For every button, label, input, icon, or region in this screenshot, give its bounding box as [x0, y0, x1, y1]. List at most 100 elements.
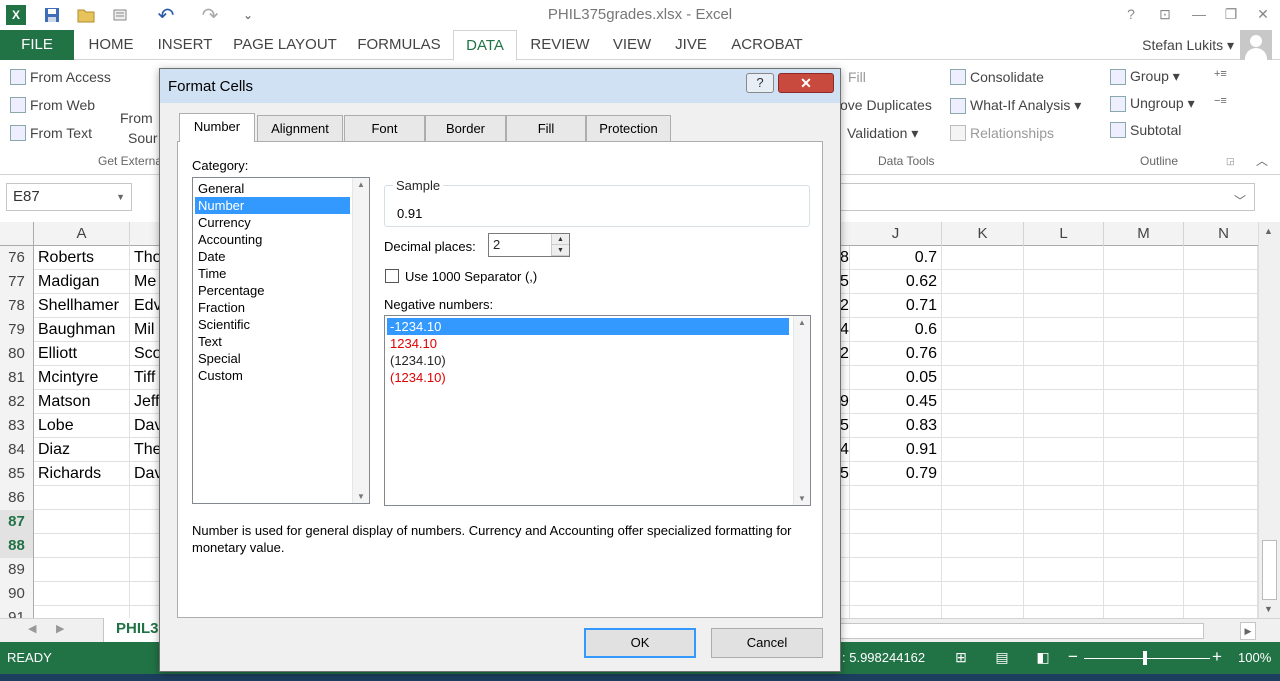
- category-item-fraction[interactable]: Fraction: [195, 299, 350, 316]
- zoom-slider[interactable]: [1084, 658, 1210, 659]
- cell-n[interactable]: [1184, 606, 1258, 618]
- row-header[interactable]: 81: [0, 366, 34, 390]
- tab-page-layout[interactable]: PAGE LAYOUT: [228, 30, 342, 60]
- tab-acrobat[interactable]: ACROBAT: [724, 30, 810, 60]
- from-web-button[interactable]: From Web: [10, 97, 95, 113]
- hide-detail-icon[interactable]: −≡: [1214, 95, 1227, 107]
- cell-n[interactable]: [1184, 510, 1258, 534]
- cell-m[interactable]: [1104, 486, 1184, 510]
- row-header[interactable]: 78: [0, 294, 34, 318]
- scroll-down-icon[interactable]: ▼: [357, 492, 365, 501]
- negative-number-option[interactable]: (1234.10): [387, 369, 789, 386]
- relationships-button[interactable]: Relationships: [950, 125, 1054, 141]
- row-header[interactable]: 79: [0, 318, 34, 342]
- cell-n[interactable]: [1184, 270, 1258, 294]
- tab-review[interactable]: REVIEW: [524, 30, 596, 60]
- category-item-accounting[interactable]: Accounting: [195, 231, 350, 248]
- cell-k[interactable]: [942, 414, 1024, 438]
- cell-k[interactable]: [942, 246, 1024, 270]
- show-detail-icon[interactable]: +≡: [1214, 68, 1227, 80]
- cell-l[interactable]: [1024, 294, 1104, 318]
- cell-m[interactable]: [1104, 414, 1184, 438]
- name-box[interactable]: E87 ▼: [6, 183, 132, 211]
- negative-numbers-list[interactable]: -1234.10 1234.10 (1234.10) (1234.10) ▲ ▼: [384, 315, 811, 506]
- cell-l[interactable]: [1024, 486, 1104, 510]
- cell-m[interactable]: [1104, 390, 1184, 414]
- cell-k[interactable]: [942, 582, 1024, 606]
- help-icon[interactable]: ?: [1116, 3, 1146, 25]
- ribbon-display-icon[interactable]: ⊡: [1150, 3, 1180, 25]
- cell-l[interactable]: [1024, 390, 1104, 414]
- select-all-corner[interactable]: [0, 222, 34, 246]
- use-1000-separator-label[interactable]: Use 1000 Separator (,): [405, 269, 537, 284]
- category-item-text[interactable]: Text: [195, 333, 350, 350]
- zoom-out-icon[interactable]: −: [1068, 647, 1078, 667]
- row-header[interactable]: 88: [0, 534, 34, 558]
- flash-fill-button[interactable]: Fill: [848, 69, 866, 85]
- cell-m[interactable]: [1104, 438, 1184, 462]
- zoom-in-icon[interactable]: +: [1212, 647, 1222, 667]
- sheet-next-icon[interactable]: ▶: [56, 622, 64, 635]
- cell-a[interactable]: [34, 534, 130, 558]
- cell-m[interactable]: [1104, 294, 1184, 318]
- tab-fill[interactable]: Fill: [506, 115, 586, 141]
- cell-k[interactable]: [942, 294, 1024, 318]
- cell-k[interactable]: [942, 438, 1024, 462]
- horizontal-scrollbar[interactable]: [838, 623, 1204, 639]
- cell-k[interactable]: [942, 534, 1024, 558]
- vertical-scrollbar[interactable]: ▲ ▼: [1258, 222, 1280, 618]
- cell-k[interactable]: [942, 462, 1024, 486]
- category-item-scientific[interactable]: Scientific: [195, 316, 350, 333]
- column-header-n[interactable]: N: [1184, 222, 1258, 246]
- cell-m[interactable]: [1104, 366, 1184, 390]
- category-item-general[interactable]: General: [195, 180, 350, 197]
- row-header[interactable]: 80: [0, 342, 34, 366]
- cell-m[interactable]: [1104, 246, 1184, 270]
- cell-m[interactable]: [1104, 606, 1184, 618]
- cell-l[interactable]: [1024, 318, 1104, 342]
- column-header-j[interactable]: J: [850, 222, 942, 246]
- cell-j[interactable]: [850, 486, 942, 510]
- cell-m[interactable]: [1104, 534, 1184, 558]
- cell-l[interactable]: [1024, 510, 1104, 534]
- data-validation-button[interactable]: Validation ▾: [847, 125, 918, 142]
- cancel-button[interactable]: Cancel: [711, 628, 823, 658]
- category-item-currency[interactable]: Currency: [195, 214, 350, 231]
- dialog-close-icon[interactable]: ✕: [778, 73, 834, 93]
- column-header-a[interactable]: A: [34, 222, 130, 246]
- cell-n[interactable]: [1184, 438, 1258, 462]
- cell-a[interactable]: Mcintyre: [34, 366, 130, 390]
- cell-l[interactable]: [1024, 414, 1104, 438]
- cell-n[interactable]: [1184, 534, 1258, 558]
- from-text-button[interactable]: From Text: [10, 125, 92, 141]
- cell-n[interactable]: [1184, 294, 1258, 318]
- cell-m[interactable]: [1104, 462, 1184, 486]
- cell-a[interactable]: Diaz: [34, 438, 130, 462]
- cell-k[interactable]: [942, 366, 1024, 390]
- category-list[interactable]: General Number Currency Accounting Date Time P…: [192, 177, 370, 504]
- negative-number-option[interactable]: -1234.10: [387, 318, 789, 335]
- scroll-up-icon[interactable]: ▲: [1264, 226, 1273, 236]
- cell-a[interactable]: Richards: [34, 462, 130, 486]
- dialog-title-bar[interactable]: Format Cells ? ✕: [160, 69, 840, 103]
- cell-n[interactable]: [1184, 318, 1258, 342]
- cell-a[interactable]: Roberts: [34, 246, 130, 270]
- tab-view[interactable]: VIEW: [606, 30, 658, 60]
- scroll-down-icon[interactable]: ▼: [798, 494, 806, 503]
- category-item-custom[interactable]: Custom: [195, 367, 350, 384]
- category-item-special[interactable]: Special: [195, 350, 350, 367]
- cell-l[interactable]: [1024, 270, 1104, 294]
- ok-button[interactable]: OK: [584, 628, 696, 658]
- cell-l[interactable]: [1024, 246, 1104, 270]
- decimal-places-input[interactable]: 2 ▲ ▼: [488, 233, 570, 257]
- cell-m[interactable]: [1104, 270, 1184, 294]
- row-header[interactable]: 77: [0, 270, 34, 294]
- cell-j[interactable]: [850, 582, 942, 606]
- consolidate-button[interactable]: Consolidate: [950, 69, 1044, 85]
- negative-number-option[interactable]: 1234.10: [387, 335, 789, 352]
- cell-n[interactable]: [1184, 486, 1258, 510]
- cell-a[interactable]: [34, 582, 130, 606]
- category-item-percentage[interactable]: Percentage: [195, 282, 350, 299]
- tab-border[interactable]: Border: [425, 115, 506, 141]
- cell-k[interactable]: [942, 558, 1024, 582]
